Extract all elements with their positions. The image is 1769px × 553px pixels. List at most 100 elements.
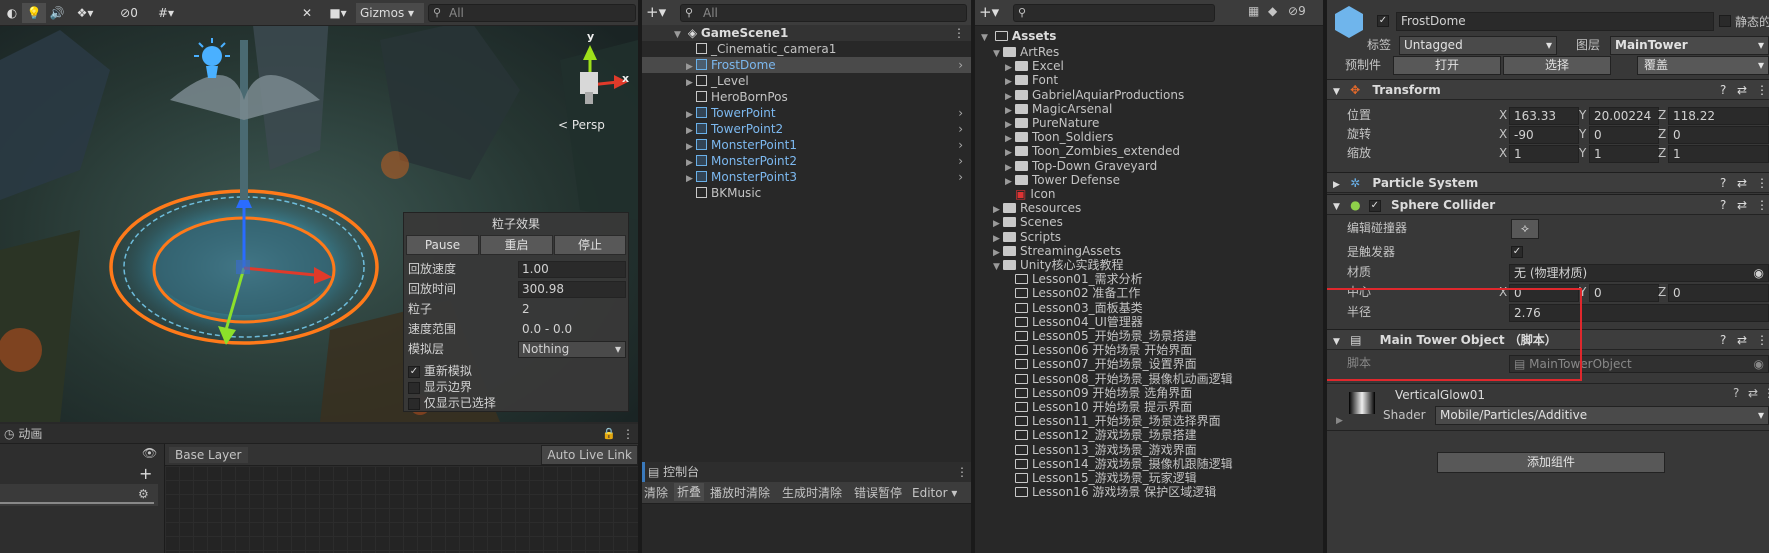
- project-search[interactable]: ⚲: [1013, 4, 1215, 22]
- particle-restart-button[interactable]: 重启: [480, 235, 553, 255]
- scene-root-row[interactable]: ▼ ◈ GameScene1 ⋮: [642, 25, 971, 41]
- console-collapse-button[interactable]: 折叠: [674, 483, 705, 501]
- scene-view[interactable]: y x < Persp ◐ 💡 🔊 ❖▾ ⊘0 #▾ ✕ ■▾ Gizmos ▾…: [0, 0, 638, 422]
- gizmos-dropdown[interactable]: Gizmos ▾: [356, 3, 424, 23]
- material-field[interactable]: 无 (物理材质) ◉: [1509, 264, 1769, 282]
- scale-y-field[interactable]: 1: [1589, 145, 1659, 163]
- expand-arrow-icon[interactable]: ▼: [993, 46, 1003, 62]
- console-clear-on-build-button[interactable]: 生成时清除: [782, 485, 842, 501]
- help-icon[interactable]: ?: [1733, 386, 1739, 400]
- expand-arrow-icon[interactable]: ▶: [1005, 174, 1015, 190]
- more-menu-icon[interactable]: ⋮: [1756, 173, 1768, 193]
- transform-header[interactable]: ▼ ✥ Transform ? ⇄ ⋮: [1327, 79, 1769, 100]
- assets-root-row[interactable]: ▼ Assets: [981, 28, 1056, 44]
- component-enabled-checkbox[interactable]: ✓: [1368, 199, 1381, 212]
- more-menu-icon[interactable]: ⋮: [1756, 195, 1768, 215]
- open-prefab-chevron-icon[interactable]: ›: [958, 137, 963, 153]
- object-name-field[interactable]: FrostDome: [1396, 12, 1714, 31]
- more-menu-icon[interactable]: ⋮: [1756, 330, 1768, 350]
- layer-row[interactable]: ⚙: [0, 484, 158, 506]
- prefab-select-button[interactable]: 选择: [1503, 56, 1611, 75]
- is-trigger-checkbox[interactable]: ✓: [1511, 246, 1523, 258]
- position-x-field[interactable]: 163.33: [1509, 107, 1579, 125]
- scene-search[interactable]: ⚲ All: [428, 4, 636, 22]
- more-menu-icon[interactable]: ⋮: [1763, 386, 1769, 400]
- prefab-overrides-dropdown[interactable]: 覆盖 ▾: [1637, 56, 1769, 75]
- scene-search-input[interactable]: All: [449, 5, 464, 21]
- open-prefab-chevron-icon[interactable]: ›: [958, 105, 963, 121]
- breadcrumb-base-layer[interactable]: Base Layer: [169, 447, 248, 463]
- axis-label-x[interactable]: X: [1499, 106, 1507, 124]
- scale-x-field[interactable]: 1: [1509, 145, 1579, 163]
- hierarchy-item[interactable]: BKMusic: [642, 185, 971, 201]
- hierarchy-item[interactable]: ▶ MonsterPoint1 ›: [642, 137, 971, 153]
- presets-icon[interactable]: ⇄: [1737, 330, 1747, 350]
- collapse-arrow-icon[interactable]: ▶: [1336, 416, 1343, 426]
- eye-icon[interactable]: 👁: [142, 446, 157, 460]
- playback-speed-field[interactable]: 1.00: [518, 261, 626, 278]
- sim-layer-dropdown[interactable]: Nothing ▾: [518, 341, 626, 358]
- particle-stop-button[interactable]: 停止: [554, 235, 626, 255]
- rotation-x-field[interactable]: -90: [1509, 126, 1579, 144]
- axis-label-z[interactable]: Z: [1658, 283, 1666, 301]
- gear-icon[interactable]: ⚙: [138, 487, 149, 501]
- hierarchy-item[interactable]: ▶ TowerPoint ›: [642, 105, 971, 121]
- create-asset-icon[interactable]: +▾: [979, 3, 999, 21]
- effects-toggle-icon[interactable]: ❖▾: [70, 3, 100, 23]
- more-menu-icon[interactable]: ⋮: [956, 464, 968, 480]
- center-z-field[interactable]: 0: [1668, 284, 1769, 302]
- open-prefab-chevron-icon[interactable]: ›: [958, 121, 963, 137]
- static-checkbox[interactable]: [1719, 15, 1731, 27]
- axis-label-y[interactable]: Y: [1579, 106, 1586, 124]
- hierarchy-item[interactable]: _Cinematic_camera1: [642, 41, 971, 57]
- more-menu-icon[interactable]: ⋮: [622, 426, 634, 442]
- hierarchy-item[interactable]: ▶ MonsterPoint2 ›: [642, 153, 971, 169]
- particle-pause-button[interactable]: Pause: [406, 235, 479, 255]
- open-prefab-chevron-icon[interactable]: ›: [958, 153, 963, 169]
- axis-label-x[interactable]: X: [1499, 144, 1507, 162]
- add-component-button[interactable]: 添加组件: [1437, 452, 1665, 473]
- rotation-z-field[interactable]: 0: [1668, 126, 1769, 144]
- help-icon[interactable]: ?: [1720, 195, 1726, 215]
- help-icon[interactable]: ?: [1720, 330, 1726, 350]
- grid-toggle-icon[interactable]: #▾: [150, 3, 182, 23]
- presets-icon[interactable]: ⇄: [1737, 80, 1747, 100]
- presets-icon[interactable]: ⇄: [1737, 173, 1747, 193]
- persp-label[interactable]: < Persp: [558, 118, 605, 132]
- more-menu-icon[interactable]: ⋮: [1756, 80, 1768, 100]
- position-z-field[interactable]: 118.22: [1668, 107, 1769, 125]
- more-menu-icon[interactable]: ⋮: [953, 25, 965, 41]
- tools-icon[interactable]: ✕: [296, 3, 318, 23]
- hierarchy-item[interactable]: ▶ TowerPoint2 ›: [642, 121, 971, 137]
- console-clear-on-play-button[interactable]: 播放时清除: [710, 485, 770, 501]
- render-mode-icon[interactable]: ◐: [2, 3, 22, 23]
- camera-settings-icon[interactable]: ■▾: [322, 3, 354, 23]
- animator-graph[interactable]: [165, 466, 638, 553]
- hidden-packages-toggle[interactable]: ⊘9: [1288, 4, 1306, 18]
- center-y-field[interactable]: 0: [1589, 284, 1659, 302]
- console-editor-dropdown[interactable]: Editor ▾: [912, 485, 957, 501]
- lighting-toggle-icon[interactable]: 💡: [22, 3, 46, 23]
- open-prefab-chevron-icon[interactable]: ›: [958, 169, 963, 185]
- hierarchy-item[interactable]: ▶ _Level: [642, 73, 971, 89]
- axis-label-z[interactable]: Z: [1658, 106, 1666, 124]
- axis-label-z[interactable]: Z: [1658, 144, 1666, 162]
- axis-label-y[interactable]: Y: [1579, 144, 1586, 162]
- hierarchy-search[interactable]: ⚲ All: [680, 4, 967, 22]
- expand-arrow-icon[interactable]: ▼: [993, 259, 1003, 275]
- open-prefab-chevron-icon[interactable]: ›: [958, 57, 963, 73]
- sphere-collider-header[interactable]: ▼ ● ✓ Sphere Collider ? ⇄ ⋮: [1327, 194, 1769, 215]
- hidden-objects-toggle[interactable]: ⊘0: [112, 3, 146, 23]
- presets-icon[interactable]: ⇄: [1737, 195, 1747, 215]
- axis-label-y[interactable]: Y: [1579, 125, 1586, 143]
- filter-by-label-icon[interactable]: ◆: [1268, 4, 1277, 18]
- scale-z-field[interactable]: 1: [1668, 145, 1769, 163]
- layer-dropdown[interactable]: MainTower ▾: [1610, 36, 1769, 55]
- position-y-field[interactable]: 20.00224: [1589, 107, 1659, 125]
- show-selected-only-toggle[interactable]: 仅显示已选择: [408, 394, 496, 412]
- axis-label-z[interactable]: Z: [1658, 125, 1666, 143]
- add-layer-icon[interactable]: +: [139, 464, 152, 483]
- edit-collider-button[interactable]: ⟡: [1511, 219, 1539, 239]
- object-picker-icon[interactable]: ◉: [1754, 265, 1764, 281]
- hierarchy-search-input[interactable]: All: [703, 5, 718, 21]
